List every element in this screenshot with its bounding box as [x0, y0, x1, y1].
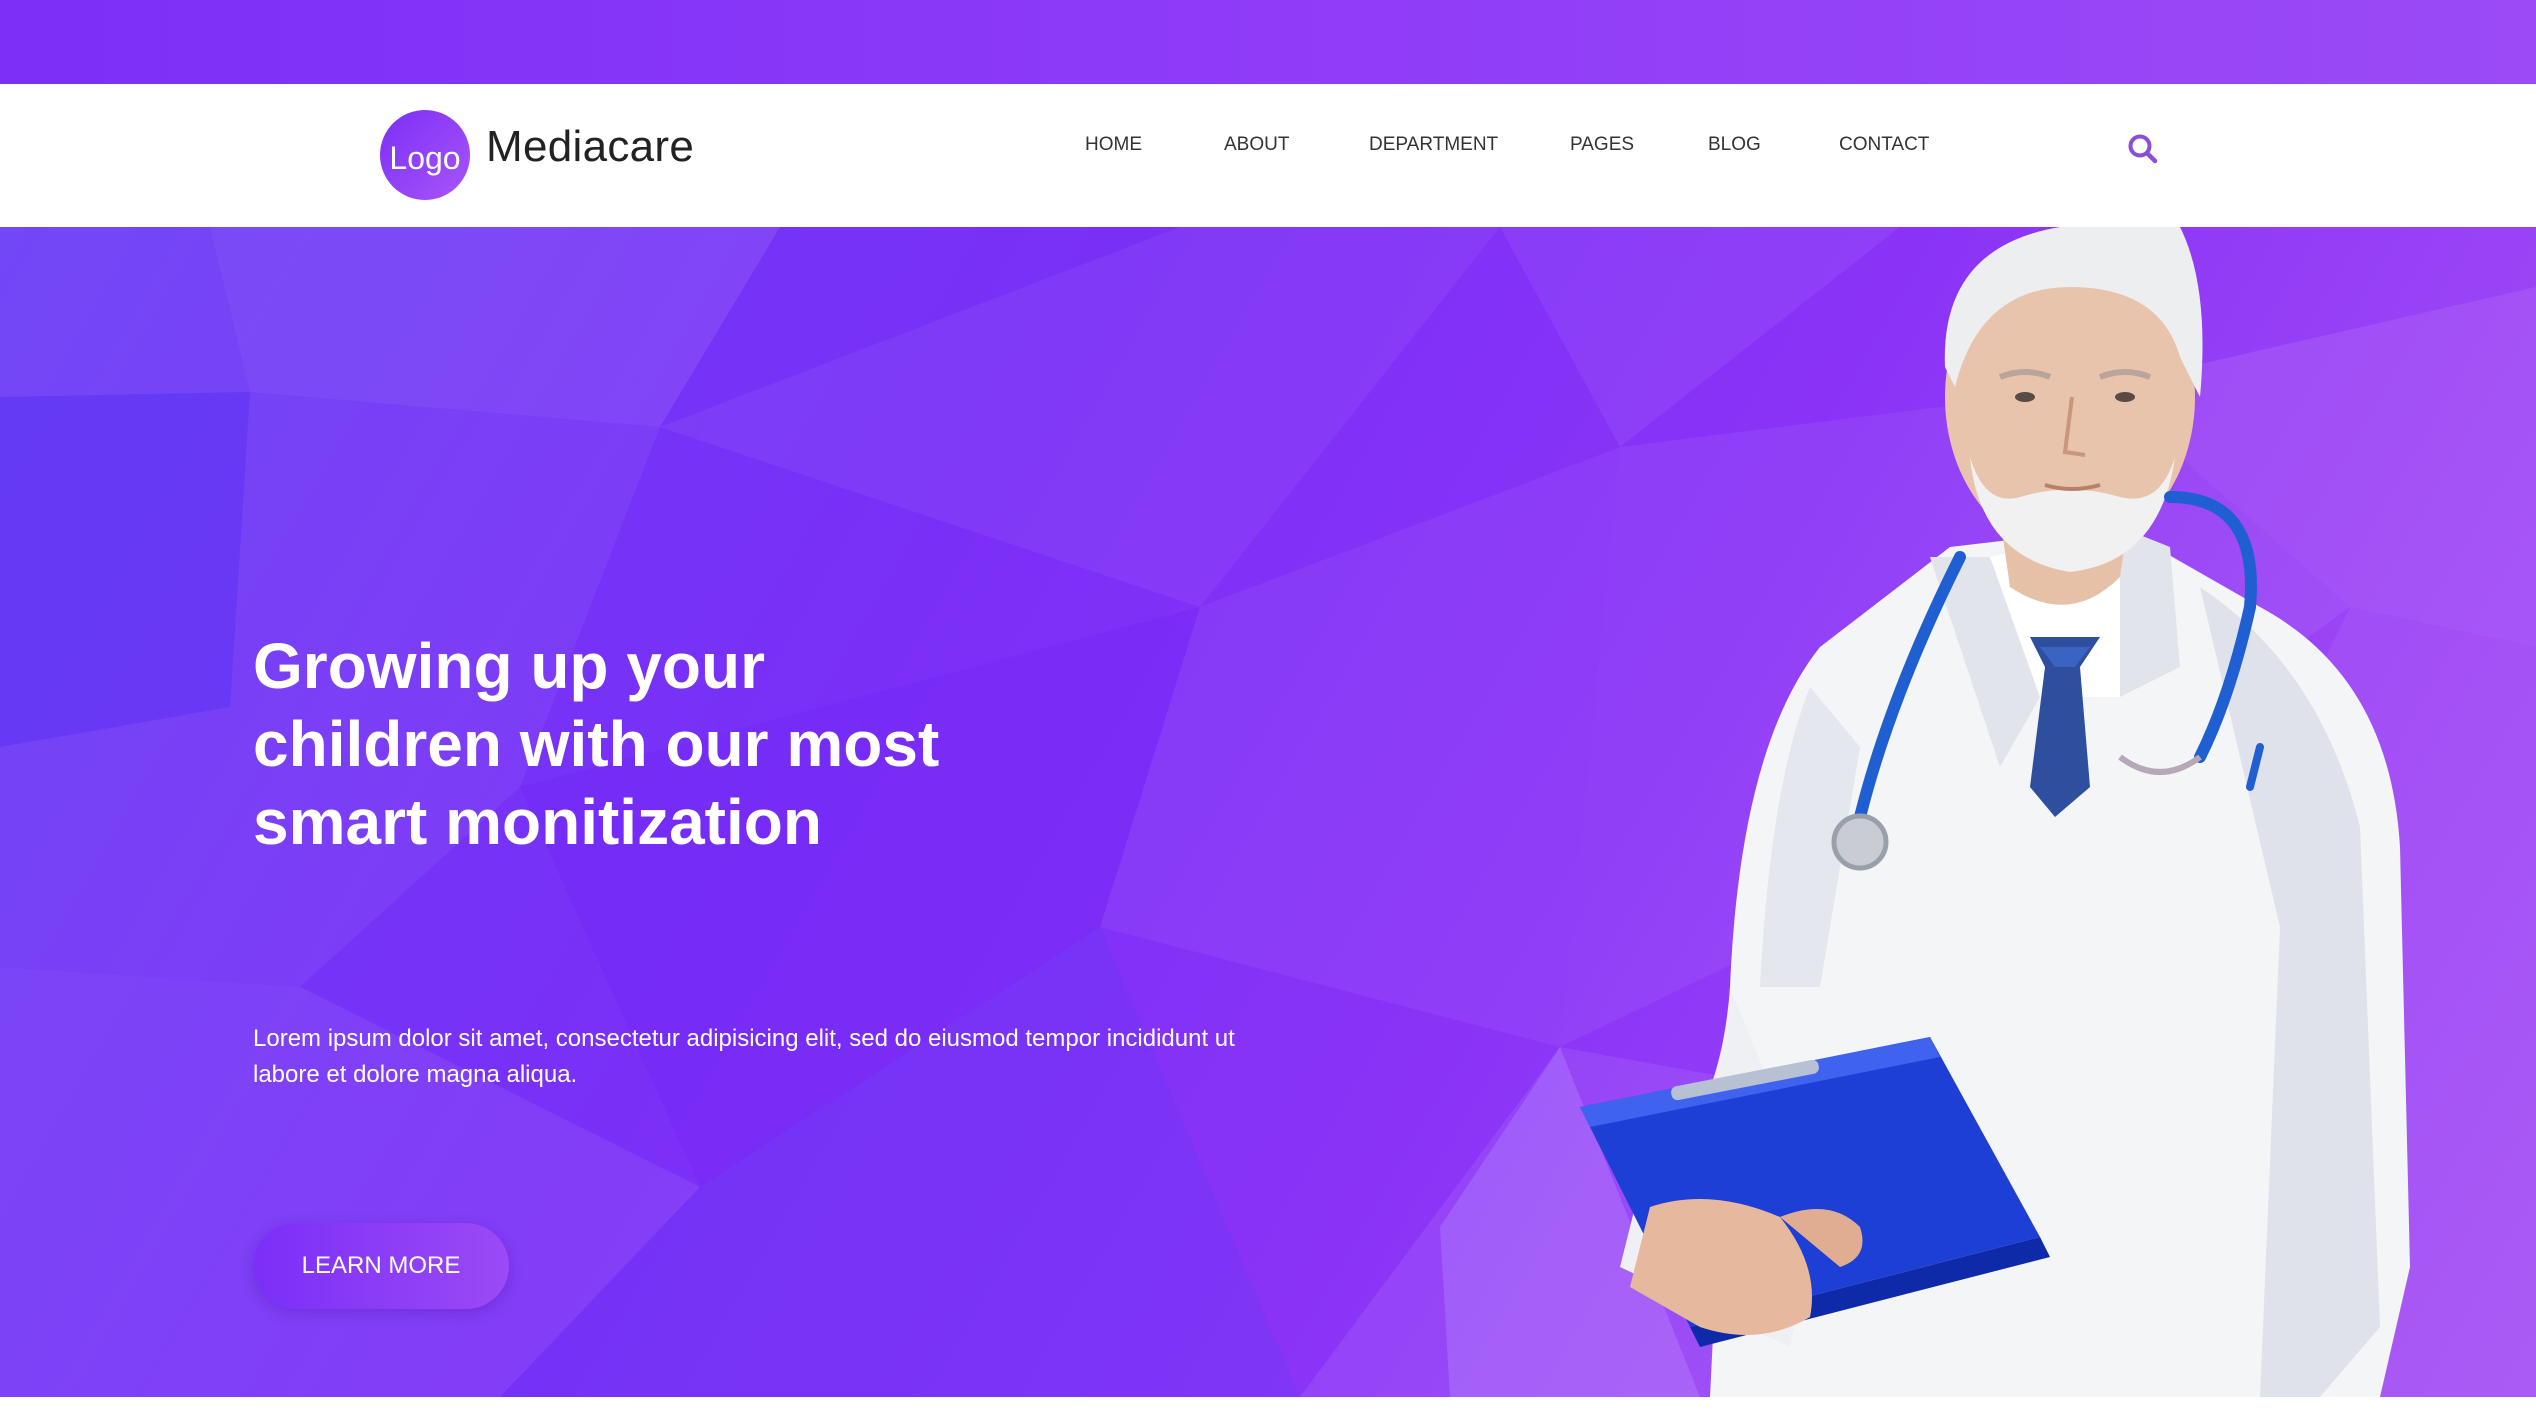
- nav-item-about[interactable]: ABOUT: [1224, 134, 1289, 156]
- nav-item-contact[interactable]: CONTACT: [1839, 134, 1929, 156]
- page-bottom: [0, 1397, 2536, 1412]
- hero-title: Growing up your children with our most s…: [253, 627, 1053, 861]
- nav-item-home[interactable]: HOME: [1085, 134, 1142, 156]
- logo[interactable]: Logo: [380, 110, 470, 200]
- nav-item-pages[interactable]: PAGES: [1570, 134, 1634, 156]
- top-strip: [0, 0, 2536, 84]
- doctor-image: [1580, 227, 2410, 1397]
- hero-description: Lorem ipsum dolor sit amet, consectetur …: [253, 1025, 1235, 1088]
- hero-title-line: children with our most: [253, 708, 940, 780]
- brand-name[interactable]: Mediacare: [486, 122, 694, 172]
- nav-item-blog[interactable]: BLOG: [1708, 134, 1761, 156]
- nav-item-department[interactable]: DEPARTMENT: [1369, 134, 1498, 156]
- hero-section: Growing up your children with our most s…: [0, 227, 2536, 1397]
- site-header: Logo Mediacare HOME ABOUT DEPARTMENT PAG…: [0, 84, 2536, 227]
- learn-more-button[interactable]: LEARN MORE: [253, 1223, 509, 1309]
- search-icon[interactable]: [2126, 132, 2160, 166]
- hero-title-line: smart monitization: [253, 786, 822, 858]
- hero-title-line: Growing up your: [253, 630, 765, 702]
